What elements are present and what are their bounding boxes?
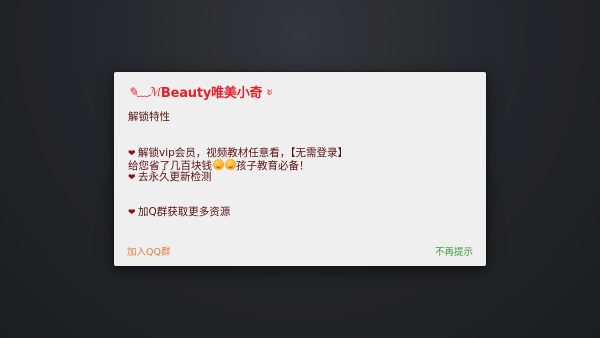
heart-icon: ❤ bbox=[128, 173, 136, 183]
title-decoration: ✎﹏ℳ bbox=[128, 84, 161, 99]
smiling-face-icon bbox=[212, 159, 224, 170]
join-qq-group-button[interactable]: 加入QQ群 bbox=[127, 244, 170, 258]
education-text: 孩子教育必备！ bbox=[236, 160, 310, 172]
vip-text: 解锁vip会员，视频教材任意看，【无需登录】 bbox=[138, 147, 349, 159]
message-line-update: ❤ 去永久更新检测 bbox=[128, 171, 212, 184]
qq-group-text: 加Q群获取更多资源 bbox=[138, 206, 231, 218]
dialog-title: ✎﹏ℳ Beauty唯美小奇 ะ bbox=[128, 81, 273, 101]
dont-show-again-button[interactable]: 不再提示 bbox=[435, 244, 473, 258]
title-tail-decoration: ะ bbox=[266, 83, 273, 98]
update-text: 去永久更新检测 bbox=[138, 171, 212, 183]
section-heading: 解锁特性 bbox=[128, 111, 170, 123]
message-line-qq: ❤ 加Q群获取更多资源 bbox=[128, 206, 230, 219]
unlock-features-dialog: ✎﹏ℳ Beauty唯美小奇 ะ 解锁特性 ❤ 解锁vip会员，视频教材任意看，【… bbox=[114, 72, 486, 266]
smiling-face-icon bbox=[224, 159, 236, 170]
title-text: Beauty唯美小奇 bbox=[160, 85, 263, 101]
heart-icon: ❤ bbox=[128, 208, 136, 218]
